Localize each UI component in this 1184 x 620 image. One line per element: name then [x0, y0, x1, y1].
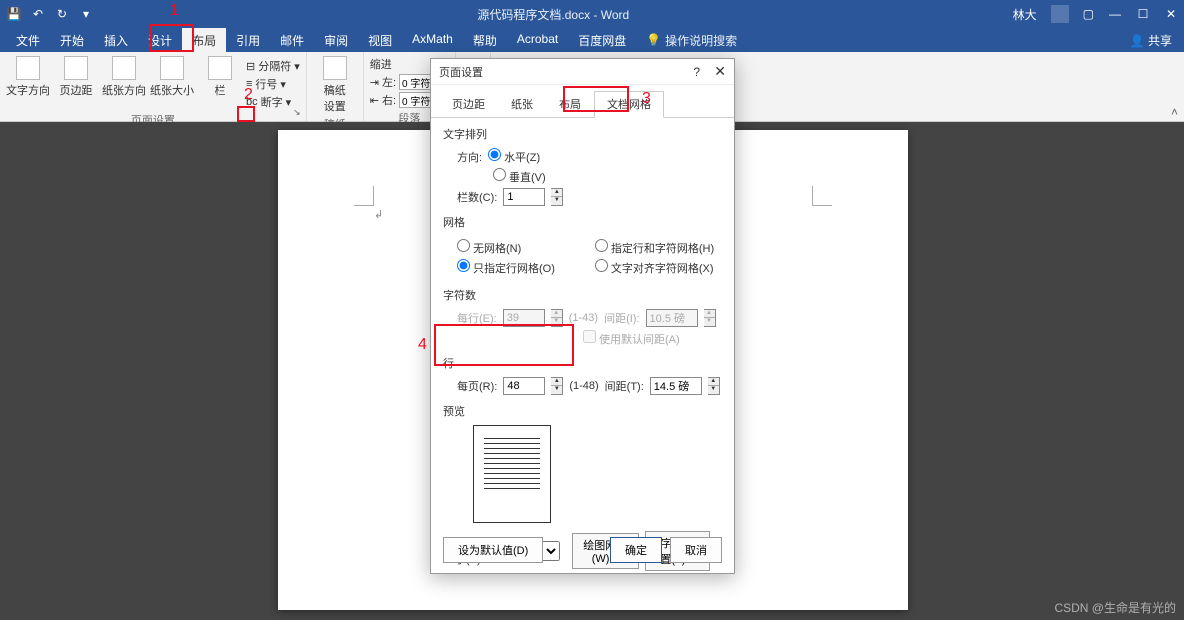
columns-icon	[208, 56, 232, 80]
manuscript-icon	[323, 56, 347, 80]
preview-thumbnail	[473, 425, 551, 523]
manuscript-button[interactable]: 稿纸 设置	[313, 56, 357, 114]
tab-insert[interactable]: 插入	[94, 28, 138, 52]
horizontal-radio[interactable]: 水平(Z)	[488, 148, 540, 165]
tab-home[interactable]: 开始	[50, 28, 94, 52]
orientation-button[interactable]: 纸张方向	[102, 56, 146, 98]
text-direction-button[interactable]: 文字方向	[6, 56, 50, 98]
user-name[interactable]: 林大	[1013, 6, 1037, 23]
line-char-radio[interactable]: 指定行和字符网格(H)	[595, 239, 714, 256]
tab-help[interactable]: 帮助	[463, 28, 507, 52]
columns-label: 栏数(C):	[457, 189, 497, 205]
watermark: CSDN @生命是有光的	[1054, 599, 1176, 616]
tab-review[interactable]: 审阅	[314, 28, 358, 52]
document-title: 源代码程序文档.docx - Word	[94, 6, 1013, 23]
margins-icon	[64, 56, 88, 80]
no-grid-radio[interactable]: 无网格(N)	[457, 239, 521, 256]
qat-more-icon[interactable]: ▾	[78, 6, 94, 22]
dialog-title: 页面设置	[439, 64, 483, 80]
size-icon	[160, 56, 184, 80]
breaks-button[interactable]: ⊟分隔符▾	[246, 58, 300, 74]
user-avatar[interactable]	[1051, 5, 1069, 23]
per-line-spinner: ▲▼	[551, 309, 563, 327]
lightbulb-icon: 💡	[646, 33, 661, 47]
collapse-ribbon-icon[interactable]: ˄	[1171, 105, 1178, 119]
save-icon[interactable]: 💾	[6, 6, 22, 22]
chars-title: 字符数	[443, 287, 722, 303]
margin-corner-icon	[354, 186, 374, 206]
indent-title: 缩进	[370, 56, 392, 72]
char-pitch-spinner: ▲▼	[704, 309, 716, 327]
line-pitch-spinner[interactable]: ▲▼	[708, 377, 720, 395]
redo-icon[interactable]: ↻	[54, 6, 70, 22]
tab-design[interactable]: 设计	[138, 28, 182, 52]
columns-input[interactable]	[503, 188, 545, 206]
per-line-range: (1-43)	[569, 312, 598, 324]
columns-spinner[interactable]: ▲▼	[551, 188, 563, 206]
dialog-tab-paper[interactable]: 纸张	[498, 91, 546, 117]
set-default-button[interactable]: 设为默认值(D)	[443, 537, 543, 563]
minimize-button[interactable]: —	[1108, 7, 1122, 21]
text-arrange-title: 文字排列	[443, 126, 722, 142]
dialog-close-button[interactable]: ✕	[714, 63, 726, 80]
share-icon: 👤	[1130, 34, 1145, 48]
line-only-radio[interactable]: 只指定行网格(O)	[457, 259, 555, 276]
per-line-input	[503, 309, 545, 327]
margins-button[interactable]: 页边距	[54, 56, 98, 98]
tab-mailings[interactable]: 邮件	[270, 28, 314, 52]
default-pitch-checkbox: 使用默认间距(A)	[583, 330, 680, 347]
page-setup-dialog: 页面设置 ? ✕ 页边距 纸张 布局 文档网格 文字排列 方向: 水平(Z) 垂…	[430, 58, 735, 574]
tell-me-search[interactable]: 💡 操作说明搜索	[636, 28, 737, 52]
tab-view[interactable]: 视图	[358, 28, 402, 52]
indent-left-icon: ⇥	[370, 76, 379, 89]
tab-axmath[interactable]: AxMath	[402, 28, 463, 52]
preview-title: 预览	[443, 403, 722, 419]
per-page-input[interactable]	[503, 377, 545, 395]
per-page-range: (1-48)	[569, 380, 598, 392]
tab-baidu[interactable]: 百度网盘	[568, 28, 636, 52]
hyphenation-icon: bc	[246, 96, 258, 108]
ok-button[interactable]: 确定	[610, 537, 662, 563]
vertical-radio[interactable]: 垂直(V)	[493, 168, 546, 185]
margin-corner-icon	[812, 186, 832, 206]
per-line-label: 每行(E):	[457, 310, 497, 326]
breaks-icon: ⊟	[246, 60, 255, 73]
dialog-tab-document-grid[interactable]: 文档网格	[594, 91, 664, 118]
ribbon-display-icon[interactable]: ▢	[1083, 7, 1094, 21]
tab-layout[interactable]: 布局	[182, 28, 226, 52]
text-direction-icon	[16, 56, 40, 80]
char-pitch-input	[646, 309, 698, 327]
line-pitch-input[interactable]	[650, 377, 702, 395]
indent-right-icon: ⇤	[370, 94, 379, 107]
columns-button[interactable]: 栏	[198, 56, 242, 98]
size-button[interactable]: 纸张大小	[150, 56, 194, 98]
tab-acrobat[interactable]: Acrobat	[507, 28, 568, 52]
lines-title: 行	[443, 355, 722, 371]
line-pitch-label: 间距(T):	[605, 378, 644, 394]
line-numbers-icon: ≡	[246, 78, 252, 90]
grid-title: 网格	[443, 214, 722, 230]
close-button[interactable]: ✕	[1164, 7, 1178, 21]
undo-icon[interactable]: ↶	[30, 6, 46, 22]
dialog-tab-margins[interactable]: 页边距	[439, 91, 498, 117]
tab-file[interactable]: 文件	[6, 28, 50, 52]
paragraph-mark-icon: ↲	[374, 208, 383, 221]
orientation-icon	[112, 56, 136, 80]
dialog-tab-layout[interactable]: 布局	[546, 91, 594, 117]
page-setup-launcher[interactable]: ↘	[290, 105, 304, 119]
cancel-button[interactable]: 取消	[670, 537, 722, 563]
line-numbers-button[interactable]: ≡行号▾	[246, 76, 300, 92]
per-page-spinner[interactable]: ▲▼	[551, 377, 563, 395]
per-page-label: 每页(R):	[457, 378, 497, 394]
dialog-help-button[interactable]: ?	[693, 65, 700, 79]
char-pitch-label: 间距(I):	[604, 310, 639, 326]
char-align-radio[interactable]: 文字对齐字符网格(X)	[595, 259, 714, 276]
maximize-button[interactable]: ☐	[1136, 7, 1150, 21]
tab-references[interactable]: 引用	[226, 28, 270, 52]
share-button[interactable]: 👤 共享	[1130, 32, 1172, 49]
direction-label: 方向:	[457, 149, 482, 165]
